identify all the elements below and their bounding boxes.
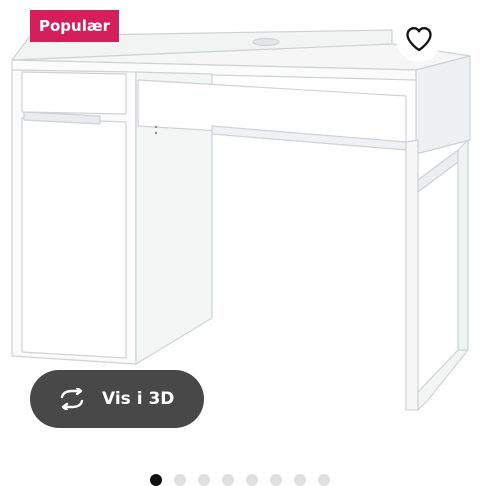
- carousel-dot[interactable]: [150, 474, 162, 486]
- favorite-button[interactable]: [396, 16, 442, 62]
- popular-badge: Populær: [30, 10, 119, 42]
- product-gallery[interactable]: Populær Vis i 3D: [0, 0, 480, 486]
- carousel-dot[interactable]: [294, 474, 306, 486]
- view-in-3d-button[interactable]: Vis i 3D: [30, 370, 204, 428]
- carousel-dot[interactable]: [270, 474, 282, 486]
- heart-outline-icon: [406, 27, 432, 52]
- carousel-dot[interactable]: [246, 474, 258, 486]
- carousel-dot[interactable]: [198, 474, 210, 486]
- carousel-dots: [150, 474, 330, 486]
- carousel-dot[interactable]: [318, 474, 330, 486]
- carousel-dot[interactable]: [222, 474, 234, 486]
- popular-badge-label: Populær: [39, 17, 110, 35]
- carousel-dot[interactable]: [174, 474, 186, 486]
- rotate-arrows-icon: [60, 388, 84, 410]
- view-in-3d-label: Vis i 3D: [102, 389, 175, 409]
